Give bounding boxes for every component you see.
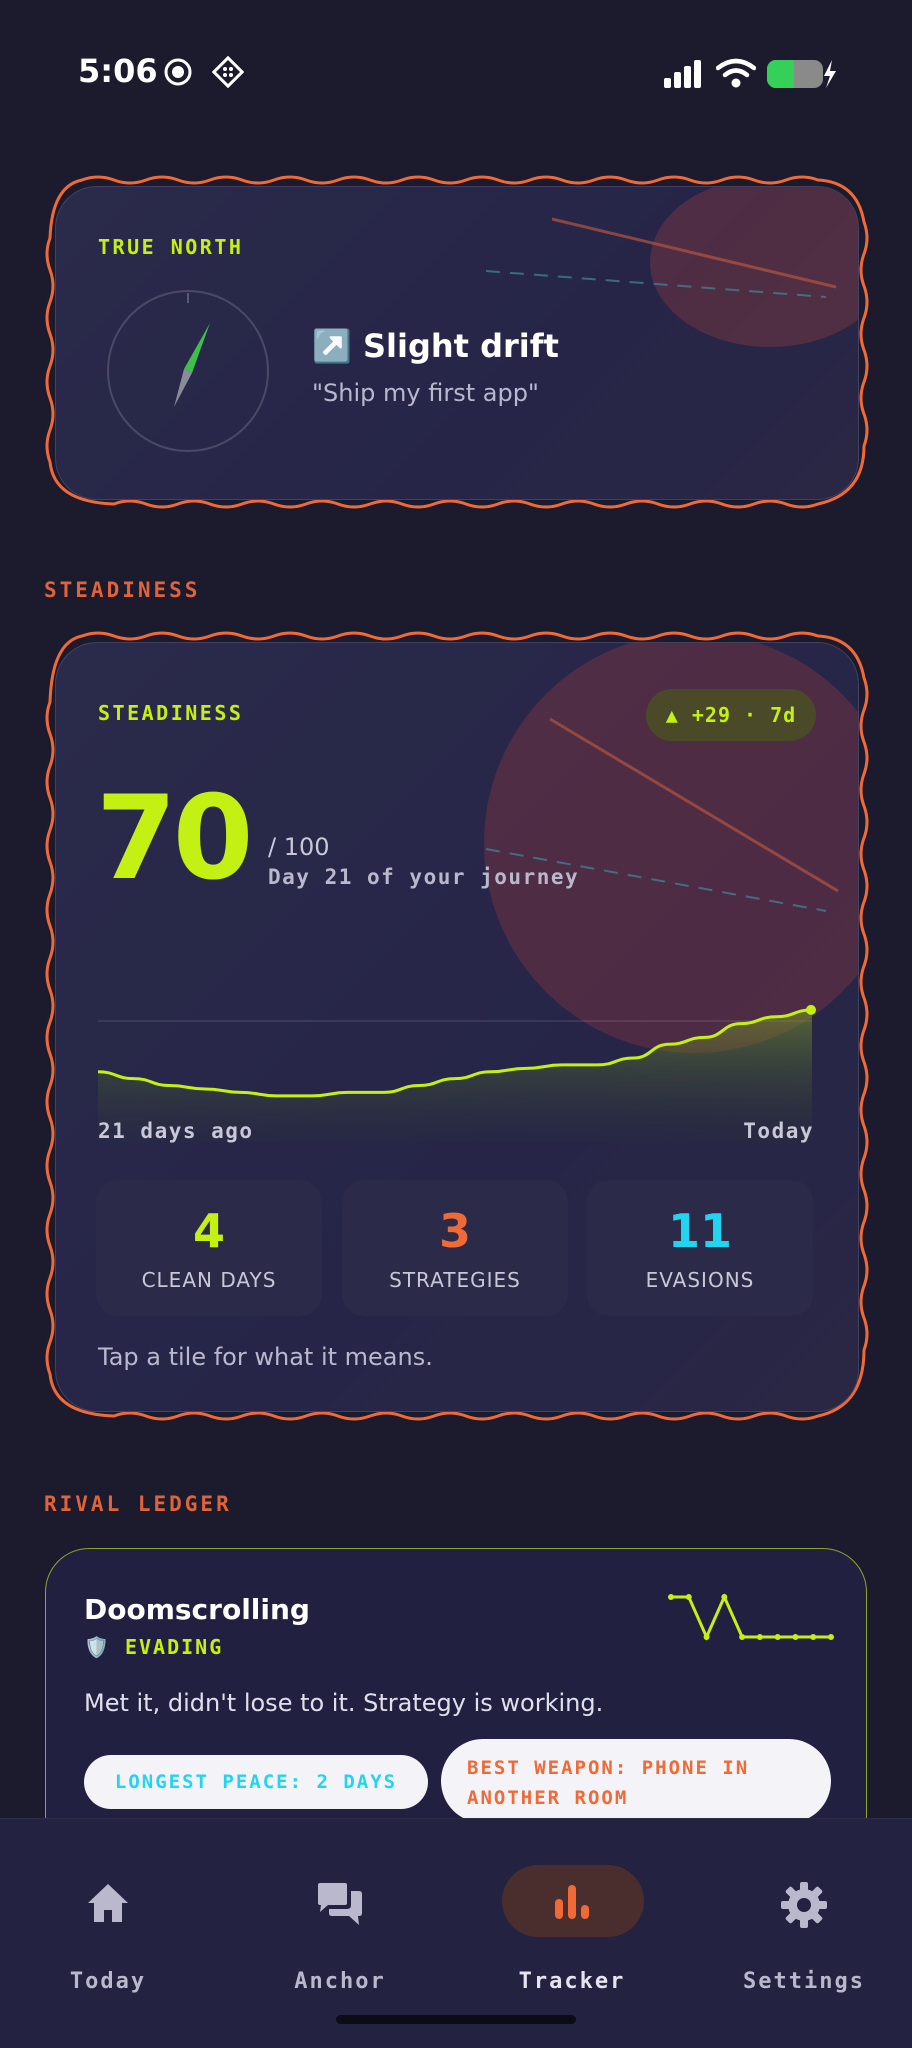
steadiness-label: STEADINESS (98, 701, 244, 725)
home-indicator (336, 2015, 576, 2024)
tile-label: CLEAN DAYS (141, 1268, 277, 1292)
sparkline-point (685, 1594, 692, 1600)
drift-arrow-icon: ↗️ (312, 327, 352, 365)
sparkline-point (703, 1634, 710, 1640)
tile-strategies[interactable]: 3 STRATEGIES (342, 1180, 568, 1316)
nav-label: Anchor (294, 1969, 386, 1994)
grid-diamond-icon (212, 56, 244, 88)
range-start: 21 days ago (98, 1119, 254, 1143)
goal-text: "Ship my first app" (312, 379, 539, 407)
tile-value: 11 (667, 1204, 732, 1258)
sparkline-point (721, 1594, 728, 1600)
sparkline-point (739, 1634, 746, 1640)
nav-label: Today (69, 1969, 147, 1994)
sparkline-point (810, 1634, 817, 1640)
steadiness-section-title: STEADINESS (44, 578, 201, 602)
sparkline-point (756, 1634, 763, 1640)
status-bar: 5:06 (0, 0, 912, 150)
nav-label: Tracker (518, 1969, 626, 1994)
tile-clean-days[interactable]: 4 CLEAN DAYS (96, 1180, 322, 1316)
chart-end-point (806, 1004, 816, 1015)
chat-icon (318, 1883, 362, 1925)
rival-description: Met it, didn't lose to it. Strategy is w… (84, 1689, 604, 1717)
drift-text: Slight drift (362, 327, 559, 365)
sparkline-line (671, 1593, 831, 1641)
sparkline-point (792, 1634, 799, 1640)
tile-value: 4 (192, 1204, 225, 1258)
sparkline-point (668, 1594, 674, 1600)
tile-label: EVASIONS (645, 1268, 755, 1292)
best-weapon-line1: BEST WEAPON: PHONE IN (467, 1757, 750, 1779)
cellular-signal-icon (664, 60, 701, 88)
longest-peace-pill: LONGEST PEACE: 2 DAYS (84, 1755, 428, 1809)
tile-value: 3 (438, 1204, 471, 1258)
screen-record-icon (164, 58, 192, 86)
sparkline-point (774, 1634, 781, 1640)
rival-sparkline (668, 1593, 834, 1641)
best-weapon-pill: BEST WEAPON: PHONE IN ANOTHER ROOM (441, 1739, 831, 1823)
drift-status: ↗️ Slight drift (312, 327, 559, 365)
status-time: 5:06 (78, 52, 158, 90)
status-text: EVADING (124, 1635, 224, 1659)
day-text: Day 21 of your journey (268, 865, 580, 889)
steadiness-score: 70 (96, 771, 253, 906)
true-north-card[interactable]: TRUE NORTH ↗️ Slight drift "Ship my firs… (55, 186, 859, 500)
battery-charging-icon (767, 60, 836, 88)
compass-icon (107, 290, 269, 452)
tile-evasions[interactable]: 11 EVASIONS (587, 1180, 813, 1316)
tile-label: STRATEGIES (389, 1268, 521, 1292)
rival-status: 🛡️ EVADING (84, 1635, 223, 1659)
rival-name: Doomscrolling (84, 1593, 310, 1626)
shield-icon: 🛡️ (84, 1635, 111, 1659)
gear-icon (781, 1882, 827, 1928)
steadiness-hint: Tap a tile for what it means. (98, 1343, 433, 1371)
wifi-icon (716, 58, 756, 88)
rival-section-title: RIVAL LEDGER (44, 1492, 232, 1516)
home-icon (88, 1884, 128, 1922)
delta-badge: ▲ +29 · 7d (646, 689, 816, 741)
range-end: Today (743, 1119, 814, 1143)
best-weapon-line2: ANOTHER ROOM (467, 1787, 629, 1809)
score-max: / 100 (268, 833, 330, 861)
nav-label: Settings (743, 1969, 865, 1994)
sparkline-point (828, 1634, 834, 1640)
bar-chart-icon (555, 1885, 589, 1919)
bottom-nav: Today Anchor Tracker Settings (0, 1818, 912, 2048)
north-label: TRUE NORTH (98, 235, 244, 259)
